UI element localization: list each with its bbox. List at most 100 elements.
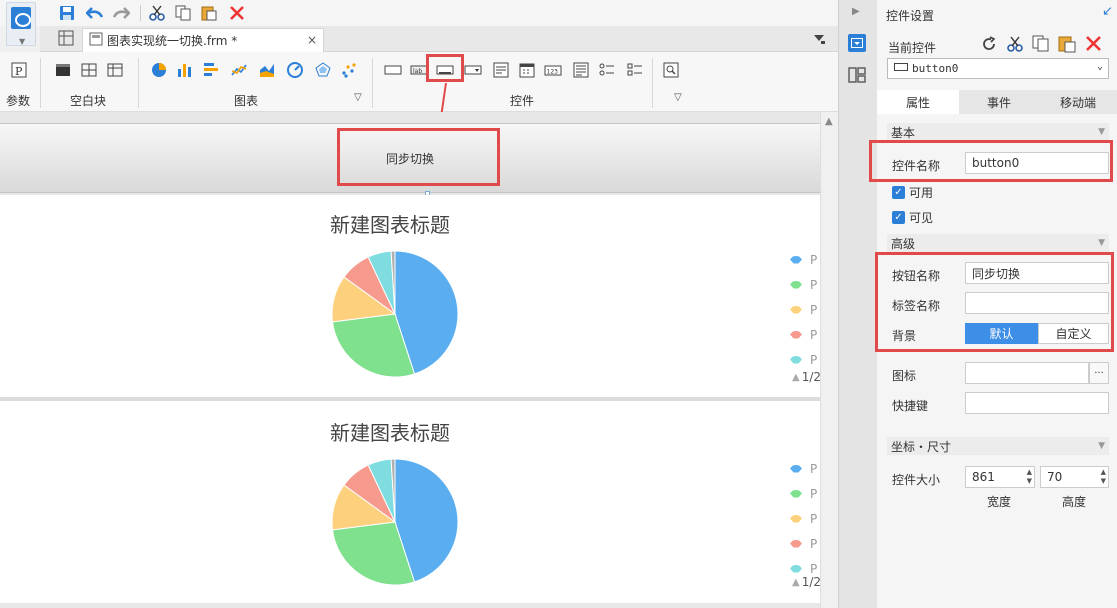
legend-item[interactable]: P [790, 347, 817, 372]
legend-item[interactable]: P [790, 297, 817, 322]
width-stepper[interactable]: 861 ▲ ▼ [965, 466, 1035, 488]
legend-label: P [810, 561, 818, 576]
list-widget-icon[interactable] [492, 61, 512, 79]
tab-properties[interactable]: 属性 [877, 90, 959, 114]
component-tree-icon[interactable] [848, 66, 866, 84]
tab-document[interactable]: 图表实现统一切换.frm * × [82, 28, 324, 52]
horizontal-bar-icon[interactable] [202, 61, 222, 79]
paste-icon[interactable] [1058, 35, 1076, 53]
legend-pager[interactable]: ▲ 1/2 [792, 370, 821, 384]
collapse-icon[interactable]: ▼ [1098, 238, 1105, 248]
icon-browse-button[interactable]: ··· [1089, 362, 1109, 384]
height-stepper[interactable]: 70 ▲ ▼ [1040, 466, 1109, 488]
tab-menu-icon[interactable] [812, 32, 826, 46]
legend-pager[interactable]: ▲ 1/2 [792, 575, 821, 589]
date-widget-icon[interactable] [518, 61, 538, 79]
check-icon[interactable]: ✓ [892, 211, 905, 224]
paste-icon[interactable] [198, 3, 220, 23]
vertical-scrollbar[interactable] [820, 112, 838, 608]
height-value: 70 [1047, 470, 1063, 484]
legend-label: P [810, 302, 818, 317]
section-basic[interactable]: 基本 ▼ [887, 123, 1109, 141]
legend-swatch [790, 564, 802, 573]
delete-icon[interactable] [226, 3, 248, 23]
undo-icon[interactable] [84, 3, 106, 23]
chevron-down-icon[interactable]: ▽ [354, 92, 362, 103]
cut-icon[interactable] [146, 3, 168, 23]
legend-item[interactable]: P [790, 456, 817, 481]
enabled-checkbox[interactable]: ✓ 可用 [892, 184, 933, 201]
tab-mobile[interactable]: 移动端 [1039, 90, 1117, 114]
collapse-icon[interactable]: ▼ [1098, 441, 1105, 451]
copy-icon[interactable] [172, 3, 194, 23]
copy-icon[interactable] [1032, 35, 1050, 53]
svg-text:lab: lab [413, 68, 422, 75]
checkbox-group-icon[interactable] [626, 61, 646, 79]
dropdown-widget-icon[interactable] [464, 61, 484, 79]
section-size[interactable]: 坐标・尺寸 ▼ [887, 437, 1109, 455]
legend-item[interactable]: P [790, 506, 817, 531]
legend-item[interactable]: P [790, 481, 817, 506]
icon-input[interactable] [965, 362, 1089, 384]
tab-label: 移动端 [1059, 95, 1096, 110]
number-widget-icon[interactable]: 123 [544, 61, 564, 79]
tab-events[interactable]: 事件 [959, 90, 1039, 114]
button-widget-icon[interactable] [436, 61, 456, 79]
visible-checkbox[interactable]: ✓ 可见 [892, 209, 933, 226]
triangle-up-icon[interactable]: ▲ [792, 372, 800, 383]
line-chart-icon[interactable] [230, 61, 250, 79]
redo-icon[interactable] [110, 3, 132, 23]
collapse-icon[interactable]: ▼ [1098, 127, 1105, 137]
current-widget-select[interactable]: button0 ⌄ [887, 58, 1109, 79]
bar-chart-icon[interactable] [176, 61, 196, 79]
chart-panel-2[interactable]: 新建图表标题 PPPPP ▲ 1/2 [0, 401, 821, 603]
chevron-down-icon[interactable]: ▽ [674, 92, 682, 103]
legend-label: P [810, 461, 818, 476]
section-advanced[interactable]: 高级 ▼ [887, 234, 1109, 252]
widget-settings-icon[interactable] [848, 34, 866, 52]
stepper-arrows-icon[interactable]: ▲ ▼ [1101, 468, 1106, 486]
delete-icon[interactable] [1085, 35, 1103, 53]
legend-swatch [790, 489, 802, 498]
grid-view-icon[interactable] [58, 30, 76, 48]
chart-legend: PPPPP [790, 247, 817, 372]
ribbon-group-label: 参数 [6, 94, 31, 108]
save-icon[interactable] [56, 3, 78, 23]
chevron-down-icon[interactable]: ⌄ [1097, 61, 1103, 72]
blank-block-icon[interactable] [54, 61, 74, 79]
gauge-chart-icon[interactable] [286, 61, 306, 79]
scatter-chart-icon[interactable] [340, 61, 360, 79]
stepper-arrows-icon[interactable]: ▲ ▼ [1027, 468, 1032, 486]
text-field-icon[interactable] [384, 61, 404, 79]
scroll-up-icon[interactable]: ▲ [825, 116, 833, 127]
radar-chart-icon[interactable] [314, 61, 334, 79]
legend-label: P [810, 511, 818, 526]
legend-item[interactable]: P [790, 322, 817, 347]
refresh-icon[interactable] [980, 35, 998, 53]
pin-icon[interactable]: ↙ [1102, 4, 1113, 19]
legend-label: P [810, 352, 818, 367]
enabled-label: 可用 [909, 186, 934, 200]
app-logo[interactable]: ▼ [6, 2, 36, 46]
visible-label: 可见 [909, 211, 934, 225]
close-icon[interactable]: × [307, 33, 317, 47]
check-icon[interactable]: ✓ [892, 186, 905, 199]
pie-chart [331, 458, 459, 586]
search-widget-icon[interactable] [662, 61, 682, 79]
chart-panel-1[interactable]: 新建图表标题 PPPPP ▲ 1/2 [0, 195, 821, 397]
pie-chart-icon[interactable] [150, 61, 170, 79]
expand-arrow-icon[interactable]: ▶ [852, 6, 860, 17]
legend-item[interactable]: P [790, 531, 817, 556]
legend-swatch [790, 255, 802, 264]
area-chart-icon[interactable] [258, 61, 278, 79]
parameter-icon[interactable]: P [10, 61, 30, 79]
legend-item[interactable]: P [790, 272, 817, 297]
triangle-up-icon[interactable]: ▲ [792, 577, 800, 588]
legend-item[interactable]: P [790, 247, 817, 272]
cut-icon[interactable] [1006, 35, 1024, 53]
tab-block-icon[interactable] [106, 61, 126, 79]
shortcut-input[interactable] [965, 392, 1109, 414]
split-block-icon[interactable] [80, 61, 100, 79]
textarea-widget-icon[interactable] [572, 61, 592, 79]
radio-group-icon[interactable] [598, 61, 618, 79]
